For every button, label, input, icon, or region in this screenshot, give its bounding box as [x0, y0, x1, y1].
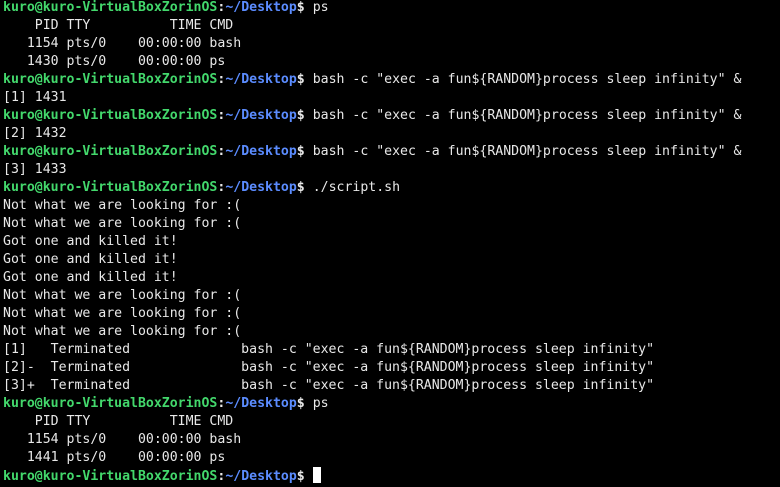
output-text: [3] 1433 — [3, 162, 67, 177]
output-text: Not what we are looking for :( — [3, 198, 242, 213]
output-line: [2]- Terminated bash -c "exec -a fun${RA… — [0, 359, 780, 377]
output-text: PID TTY TIME CMD — [3, 18, 234, 33]
prompt-line: kuro@kuro-VirtualBoxZorinOS:~/Desktop$ b… — [0, 71, 780, 89]
output-line: [2] 1432 — [0, 125, 780, 143]
command-text: bash -c "exec -a fun${RANDOM}process sle… — [312, 72, 742, 87]
prompt-path: ~/Desktop — [225, 108, 297, 123]
output-text: 1154 pts/0 00:00:00 bash — [3, 432, 242, 447]
output-text: 1441 pts/0 00:00:00 ps — [3, 450, 226, 465]
prompt-user-host: kuro@kuro-VirtualBoxZorinOS — [3, 0, 218, 15]
prompt-path: ~/Desktop — [225, 0, 297, 15]
prompt-line: kuro@kuro-VirtualBoxZorinOS:~/Desktop$ p… — [0, 0, 780, 17]
command-text: bash -c "exec -a fun${RANDOM}process sle… — [312, 144, 742, 159]
output-line: Not what we are looking for :( — [0, 305, 780, 323]
prompt-line: kuro@kuro-VirtualBoxZorinOS:~/Desktop$ b… — [0, 143, 780, 161]
output-text: Not what we are looking for :( — [3, 216, 242, 231]
output-line: Got one and killed it! — [0, 251, 780, 269]
prompt-path: ~/Desktop — [225, 469, 297, 484]
output-line: 1154 pts/0 00:00:00 bash — [0, 431, 780, 449]
prompt-user-host: kuro@kuro-VirtualBoxZorinOS — [3, 144, 218, 159]
output-line: 1430 pts/0 00:00:00 ps — [0, 53, 780, 71]
prompt-dollar: $ — [296, 108, 313, 123]
output-line: PID TTY TIME CMD — [0, 413, 780, 431]
output-line: [1] 1431 — [0, 89, 780, 107]
output-text: [1] 1431 — [3, 90, 67, 105]
output-line: [3]+ Terminated bash -c "exec -a fun${RA… — [0, 377, 780, 395]
output-text: Got one and killed it! — [3, 234, 178, 249]
output-line: PID TTY TIME CMD — [0, 17, 780, 35]
prompt-dollar: $ — [296, 144, 313, 159]
output-line: Got one and killed it! — [0, 233, 780, 251]
prompt-dollar: $ — [296, 0, 313, 15]
command-text: ./script.sh — [312, 180, 401, 195]
output-line: Not what we are looking for :( — [0, 323, 780, 341]
terminal-window[interactable]: kuro@kuro-VirtualBoxZorinOS:~/Desktop$ p… — [0, 0, 780, 486]
prompt-line: kuro@kuro-VirtualBoxZorinOS:~/Desktop$ p… — [0, 395, 780, 413]
prompt-line: kuro@kuro-VirtualBoxZorinOS:~/Desktop$ — [0, 467, 780, 485]
output-text: Not what we are looking for :( — [3, 306, 242, 321]
prompt-dollar: $ — [296, 396, 313, 411]
output-line: Got one and killed it! — [0, 269, 780, 287]
output-text: [3]+ Terminated bash -c "exec -a fun${RA… — [3, 378, 655, 393]
output-line: Not what we are looking for :( — [0, 197, 780, 215]
prompt-path: ~/Desktop — [225, 180, 297, 195]
output-text: Got one and killed it! — [3, 252, 178, 267]
output-text: 1430 pts/0 00:00:00 ps — [3, 54, 226, 69]
command-text: bash -c "exec -a fun${RANDOM}process sle… — [312, 108, 742, 123]
output-line: Not what we are looking for :( — [0, 287, 780, 305]
output-text: PID TTY TIME CMD — [3, 414, 234, 429]
prompt-path: ~/Desktop — [225, 396, 297, 411]
prompt-user-host: kuro@kuro-VirtualBoxZorinOS — [3, 469, 218, 484]
prompt-line: kuro@kuro-VirtualBoxZorinOS:~/Desktop$ .… — [0, 179, 780, 197]
text-cursor[interactable] — [312, 467, 321, 483]
output-text: Got one and killed it! — [3, 270, 178, 285]
prompt-dollar: $ — [296, 469, 313, 484]
prompt-user-host: kuro@kuro-VirtualBoxZorinOS — [3, 108, 218, 123]
output-line: 1441 pts/0 00:00:00 ps — [0, 449, 780, 467]
output-text: 1154 pts/0 00:00:00 bash — [3, 36, 242, 51]
prompt-user-host: kuro@kuro-VirtualBoxZorinOS — [3, 72, 218, 87]
prompt-dollar: $ — [296, 72, 313, 87]
prompt-path: ~/Desktop — [225, 72, 297, 87]
output-text: [1] Terminated bash -c "exec -a fun${RAN… — [3, 342, 655, 357]
output-line: Not what we are looking for :( — [0, 215, 780, 233]
prompt-dollar: $ — [296, 180, 313, 195]
prompt-line: kuro@kuro-VirtualBoxZorinOS:~/Desktop$ b… — [0, 107, 780, 125]
prompt-path: ~/Desktop — [225, 144, 297, 159]
output-line: [1] Terminated bash -c "exec -a fun${RAN… — [0, 341, 780, 359]
command-text: ps — [312, 396, 329, 411]
output-text: Not what we are looking for :( — [3, 324, 242, 339]
command-text: ps — [312, 0, 329, 15]
output-text: [2]- Terminated bash -c "exec -a fun${RA… — [3, 360, 655, 375]
prompt-user-host: kuro@kuro-VirtualBoxZorinOS — [3, 396, 218, 411]
prompt-user-host: kuro@kuro-VirtualBoxZorinOS — [3, 180, 218, 195]
output-line: 1154 pts/0 00:00:00 bash — [0, 35, 780, 53]
output-text: [2] 1432 — [3, 126, 67, 141]
output-line: [3] 1433 — [0, 161, 780, 179]
output-text: Not what we are looking for :( — [3, 288, 242, 303]
